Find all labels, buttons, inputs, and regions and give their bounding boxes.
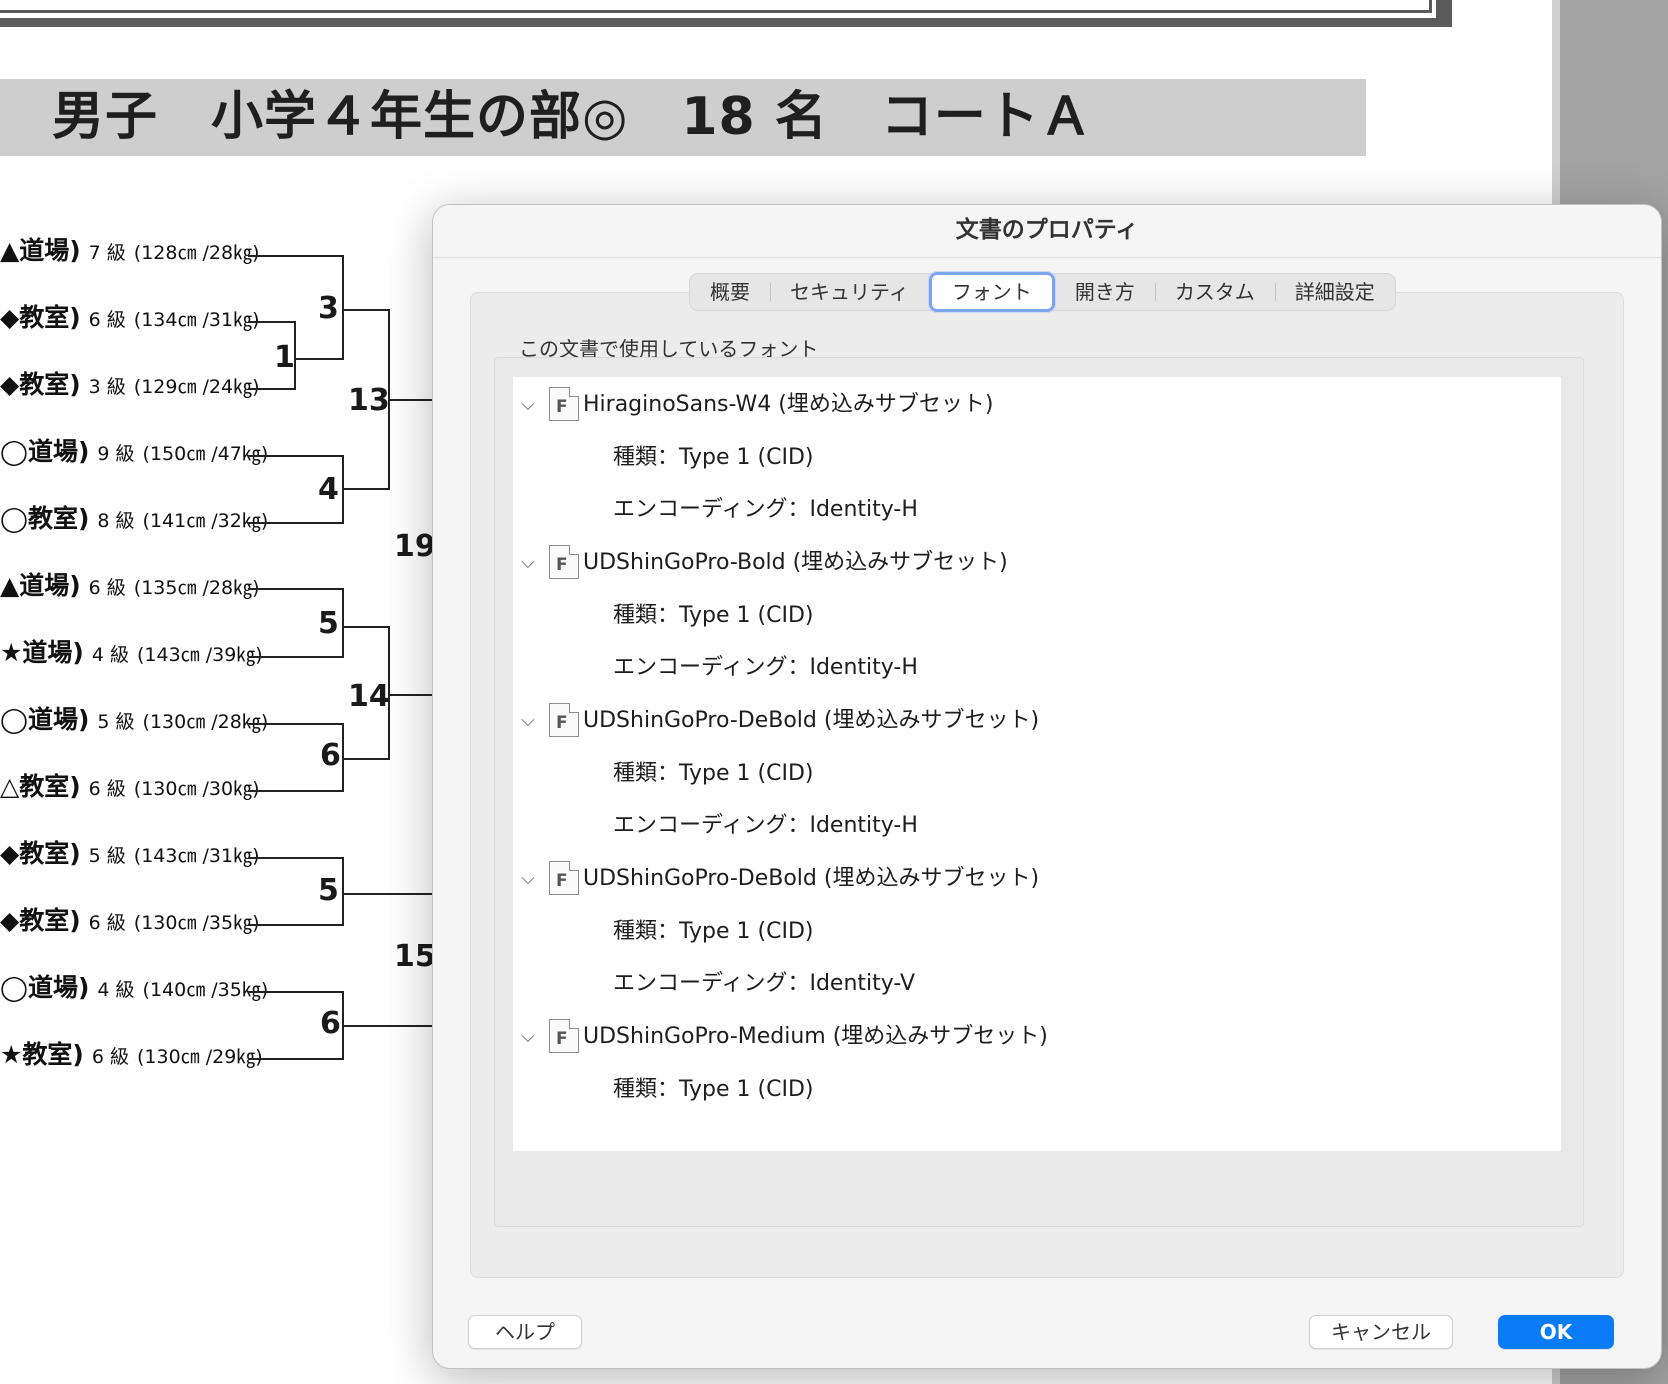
tab-security[interactable]: セキュリティ (770, 274, 929, 310)
font-encoding-row: エンコーディング：Identity-H (613, 497, 918, 522)
match-number: 4 (318, 472, 339, 507)
bracket-entry: ◯道場) 5 級 (130㎝ /28㎏) (0, 705, 269, 734)
bracket-entry: ▲道場) 7 級 (128㎝ /28㎏) (0, 236, 260, 265)
chevron-down-icon[interactable]: ⌵ (517, 710, 539, 732)
font-encoding-row: エンコーディング：Identity-H (613, 813, 918, 838)
document-properties-dialog: 文書のプロパティ 概要 セキュリティ フォント 開き方 カスタム 詳細設定 この… (432, 204, 1662, 1369)
chevron-down-icon[interactable]: ⌵ (517, 552, 539, 574)
bracket-entry: ◆教室) 3 級 (129㎝ /24㎏) (0, 370, 260, 399)
chevron-down-icon[interactable]: ⌵ (517, 1026, 539, 1048)
tab-advanced[interactable]: 詳細設定 (1274, 274, 1395, 310)
font-file-icon: F (549, 1019, 579, 1053)
font-file-icon: F (549, 861, 579, 895)
font-row[interactable]: ⌵ F UDShinGoPro-DeBold (埋め込みサブセット) (513, 851, 1561, 907)
match-number: 5 (318, 606, 339, 641)
font-type-row: 種類：Type 1 (CID) (613, 603, 814, 628)
font-name: UDShinGoPro-Medium (埋め込みサブセット) (583, 1024, 1048, 1049)
font-name: UDShinGoPro-Bold (埋め込みサブセット) (583, 550, 1008, 575)
match-number: 1 (274, 340, 295, 375)
tab-bar: 概要 セキュリティ フォント 開き方 カスタム 詳細設定 (689, 272, 1396, 312)
bracket-entry: ★教室) 6 級 (130㎝ /29㎏) (0, 1040, 263, 1069)
font-row[interactable]: ⌵ F HiraginoSans-W4 (埋め込みサブセット) (513, 377, 1561, 433)
font-file-icon: F (549, 703, 579, 737)
font-row[interactable]: ⌵ F UDShinGoPro-Bold (埋め込みサブセット) (513, 535, 1561, 591)
match-number: 6 (320, 738, 341, 773)
bracket-entry: ◯道場) 4 級 (140㎝ /35㎏) (0, 973, 269, 1002)
help-button[interactable]: ヘルプ (468, 1315, 582, 1349)
bracket-entry: △教室) 6 級 (130㎝ /30㎏) (0, 772, 260, 801)
font-type-row: 種類：Type 1 (CID) (613, 445, 814, 470)
match-number: 3 (318, 291, 339, 326)
font-list[interactable]: ⌵ F HiraginoSans-W4 (埋め込みサブセット) 種類：Type … (513, 377, 1561, 1151)
match-number: 6 (320, 1006, 341, 1041)
font-file-icon: F (549, 387, 579, 421)
bracket-entry: ◆教室) 6 級 (134㎝ /31㎏) (0, 303, 260, 332)
dialog-title: 文書のプロパティ (433, 205, 1661, 258)
chevron-down-icon[interactable]: ⌵ (517, 868, 539, 890)
tab-open[interactable]: 開き方 (1055, 274, 1155, 310)
match-number: 15 (394, 939, 436, 974)
bracket-entry: ◯教室) 8 級 (141㎝ /32㎏) (0, 504, 269, 533)
font-type-row: 種類：Type 1 (CID) (613, 1077, 814, 1102)
match-number: 5 (318, 873, 339, 908)
bracket-entry: ◆教室) 5 級 (143㎝ /31㎏) (0, 839, 260, 868)
font-name: UDShinGoPro-DeBold (埋め込みサブセット) (583, 708, 1040, 733)
font-row[interactable]: ⌵ F UDShinGoPro-Medium (埋め込みサブセット) (513, 1009, 1561, 1065)
font-name: UDShinGoPro-DeBold (埋め込みサブセット) (583, 866, 1040, 891)
match-number: 19 (394, 529, 436, 564)
match-number: 14 (348, 679, 390, 714)
font-file-icon: F (549, 545, 579, 579)
bracket-entry: ▲道場) 6 級 (135㎝ /28㎏) (0, 571, 260, 600)
tab-summary[interactable]: 概要 (690, 274, 770, 310)
font-encoding-row: エンコーディング：Identity-H (613, 655, 918, 680)
bracket-entry: ★道場) 4 級 (143㎝ /39㎏) (0, 638, 263, 667)
tab-fonts[interactable]: フォント (928, 272, 1055, 312)
bracket-entry: ◯道場) 9 級 (150㎝ /47㎏) (0, 437, 269, 466)
font-type-row: 種類：Type 1 (CID) (613, 919, 814, 944)
tournament-bracket: ▲道場) 7 級 (128㎝ /28㎏) ◆教室) 6 級 (134㎝ /31㎏) ◆教… (0, 0, 440, 1384)
ok-button[interactable]: OK (1498, 1315, 1614, 1349)
cancel-button[interactable]: キャンセル (1309, 1315, 1453, 1349)
font-row[interactable]: ⌵ F UDShinGoPro-DeBold (埋め込みサブセット) (513, 693, 1561, 749)
match-number: 13 (348, 383, 390, 418)
font-name: HiraginoSans-W4 (埋め込みサブセット) (583, 392, 994, 417)
bracket-entry: ◆教室) 6 級 (130㎝ /35㎏) (0, 906, 260, 935)
font-encoding-row: エンコーディング：Identity-V (613, 971, 916, 996)
chevron-down-icon[interactable]: ⌵ (517, 394, 539, 416)
tab-custom[interactable]: カスタム (1154, 274, 1275, 310)
font-type-row: 種類：Type 1 (CID) (613, 761, 814, 786)
